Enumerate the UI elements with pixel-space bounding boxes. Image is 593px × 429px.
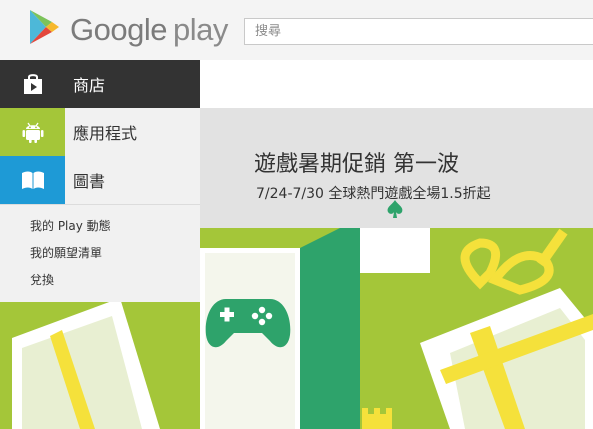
- nav-item-store[interactable]: 商店: [0, 60, 200, 108]
- left-nav: 商店 應用程式 圖書 我的 Play 動態 我的願望清單 兌換: [0, 60, 200, 302]
- book-icon: [21, 171, 44, 189]
- my-wishlist-link[interactable]: 我的願望清單: [0, 240, 200, 267]
- shopping-bag-icon: [23, 74, 42, 94]
- logo-play-text: play: [172, 12, 228, 47]
- search-box[interactable]: [244, 18, 593, 45]
- google-play-wordmark[interactable]: Google play: [70, 12, 228, 48]
- nav-books-label: 圖書: [73, 172, 106, 191]
- google-play-logo-icon[interactable]: [28, 9, 60, 45]
- nav-item-apps[interactable]: 應用程式: [0, 108, 200, 156]
- nav-store-icon-box: [0, 60, 65, 108]
- nav-item-books[interactable]: 圖書: [0, 156, 200, 204]
- promo-title: 遊戲暑期促銷 第一波: [254, 152, 459, 177]
- android-icon: [22, 122, 43, 143]
- nav-apps-icon-box: [0, 108, 65, 156]
- logo-google-text: Google: [70, 12, 167, 47]
- nav-apps-label: 應用程式: [73, 124, 138, 143]
- top-bar: Google play: [0, 0, 593, 60]
- search-input[interactable]: [245, 19, 593, 44]
- nav-books-icon-box: [0, 156, 65, 204]
- promo-subtitle: 7/24-7/30 全球熱門遊戲全場1.5折起: [256, 186, 491, 202]
- my-play-activity-link[interactable]: 我的 Play 動態: [0, 213, 200, 240]
- nav-secondary-links: 我的 Play 動態 我的願望清單 兌換: [0, 204, 200, 302]
- game-controller-icon: [205, 299, 291, 348]
- nav-store-label: 商店: [73, 76, 106, 95]
- redeem-link[interactable]: 兌換: [0, 267, 200, 294]
